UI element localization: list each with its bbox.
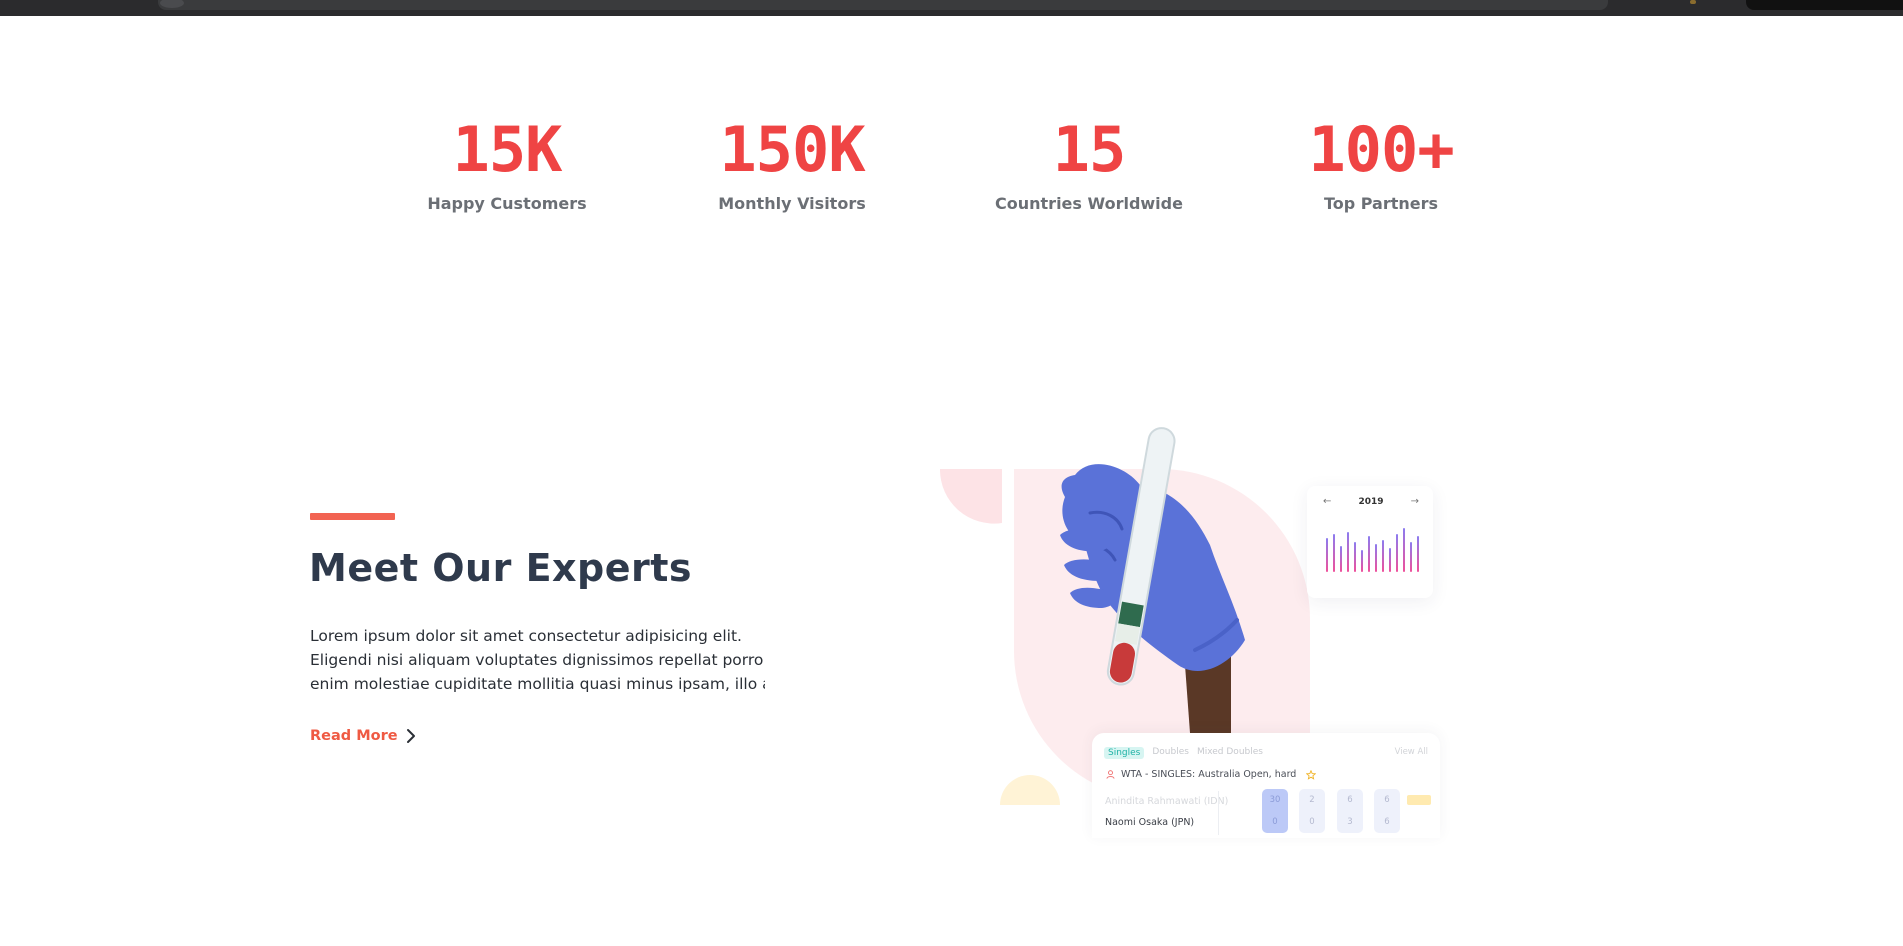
yellow-half-circle [1000,775,1060,805]
mini-bar [1361,550,1363,572]
arrow-right-icon[interactable]: → [1411,496,1419,507]
browser-top-strip [0,0,1903,16]
extension-icon[interactable] [1690,0,1696,4]
pink-quarter-circle [940,469,1002,524]
score-cell: 6 [1384,795,1390,805]
mini-bar [1354,542,1356,572]
arrow-left-icon[interactable]: ← [1323,496,1331,507]
mini-bar [1340,546,1342,572]
stat-value: 100+ [1308,113,1454,186]
tab-mixed-doubles[interactable]: Mixed Doubles [1197,747,1263,759]
event-title: WTA - SINGLES: Australia Open, hard [1121,769,1297,780]
tab-doubles[interactable]: Doubles [1152,747,1189,759]
mini-bar [1417,536,1419,572]
score-column: 2 0 [1299,789,1325,833]
event-row: WTA - SINGLES: Australia Open, hard [1106,769,1317,780]
mini-bar [1382,540,1384,572]
section-description: Lorem ipsum dolor sit amet consectetur a… [310,624,765,696]
description-line: enim molestiae cupiditate mollitia quasi… [310,675,765,693]
mini-bar [1389,548,1391,572]
stat-label: Monthly Visitors [718,194,866,213]
stat-monthly-visitors: 150K Monthly Visitors [662,112,922,213]
player-name: Anindita Rahmawati (IDN) [1105,796,1229,807]
stat-value: 15 [1052,113,1127,186]
year-chart-card: ← 2019 → [1307,486,1433,598]
mini-bar [1368,536,1370,572]
score-cell: 0 [1309,817,1315,827]
stat-label: Happy Customers [427,194,587,213]
divider [1218,791,1219,835]
match-tabs: Singles Doubles Mixed Doubles [1104,747,1263,759]
star-icon[interactable] [1306,769,1317,780]
mini-bar [1375,544,1377,572]
chevron-right-icon [406,729,415,743]
score-cell: 0 [1272,817,1278,827]
view-all-link[interactable]: View All [1395,747,1428,757]
stat-label: Countries Worldwide [995,194,1183,213]
mini-bar [1403,528,1405,572]
score-cell: 2 [1309,795,1315,805]
tab-singles[interactable]: Singles [1104,747,1145,759]
year-label: 2019 [1358,496,1384,507]
year-nav: ← 2019 → [1307,486,1433,507]
mini-bar [1347,532,1349,572]
score-cell: 6 [1384,817,1390,827]
stat-value: 15K [452,113,563,186]
score-column: 30 0 [1262,789,1288,833]
highlight-marker [1407,795,1431,805]
mini-bar [1396,534,1398,572]
description-line: Eligendi nisi aliquam voluptates digniss… [310,651,764,669]
score-column: 6 3 [1337,789,1363,833]
mini-bar [1410,542,1412,572]
window-controls [1746,0,1903,10]
user-icon [1106,770,1115,779]
player-name: Naomi Osaka (JPN) [1105,817,1195,828]
stat-label: Top Partners [1323,194,1439,213]
mini-bar-chart [1326,528,1419,572]
match-card: Singles Doubles Mixed Doubles View All W… [1092,733,1440,838]
stat-value: 150K [719,113,865,186]
stat-top-partners: 100+ Top Partners [1251,112,1511,213]
score-cell: 30 [1269,795,1281,805]
score-cell: 3 [1347,817,1353,827]
score-column: 6 6 [1374,789,1400,833]
read-more-label: Read More [310,728,398,744]
address-bar[interactable] [158,0,1608,10]
read-more-link[interactable]: Read More [310,728,416,744]
section-accent-line [310,513,395,520]
stat-countries-worldwide: 15 Countries Worldwide [959,112,1219,213]
description-line: Lorem ipsum dolor sit amet consectetur a… [310,627,742,645]
score-cell: 6 [1347,795,1353,805]
mini-bar [1333,534,1335,572]
mini-bar [1326,538,1328,572]
section-title: Meet Our Experts [309,546,693,590]
stat-happy-customers: 15K Happy Customers [377,112,637,213]
